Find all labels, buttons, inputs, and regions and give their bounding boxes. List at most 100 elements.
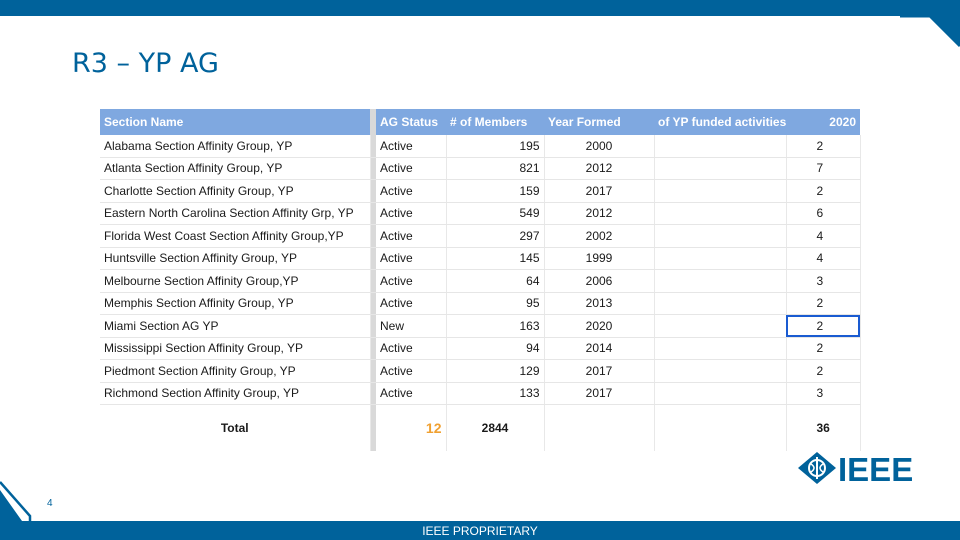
cell-yp-activities[interactable] [654,359,787,383]
table-row: Melbourne Section Affinity Group,YP Activ… [100,269,861,293]
cell-2020[interactable]: 2 [786,135,861,158]
cell-yp-activities[interactable] [654,292,787,315]
ieee-kite-icon [798,452,836,484]
cell-members[interactable]: 145 [446,247,545,270]
total-status-count[interactable]: 12 [376,404,447,451]
cell-ag-status[interactable]: Active [376,157,447,180]
cell-ag-status[interactable]: New [376,314,447,338]
cell-ag-status[interactable]: Active [376,202,447,225]
table-row: Miami Section AG YP New 163 2020 2 [100,314,861,338]
cell-2020[interactable]: 2 [786,292,861,315]
cell-2020[interactable]: 4 [786,224,861,248]
cell-yp-activities[interactable] [654,135,787,158]
cell-section-name[interactable]: Florida West Coast Section Affinity Grou… [100,224,371,248]
cell-yp-activities[interactable] [654,157,787,180]
cell-members[interactable]: 159 [446,179,545,203]
cell-yp-activities[interactable] [654,179,787,203]
cell-yp-activities[interactable] [654,247,787,270]
cell-yp-activities[interactable] [654,314,787,338]
cell-ag-status[interactable]: Active [376,337,447,360]
cell-yp-activities[interactable] [654,337,787,360]
col-header-section-name[interactable]: Section Name [100,109,370,135]
cell-section-name[interactable]: Atlanta Section Affinity Group, YP [100,157,371,180]
slide-title: R3 – YP AG [72,48,219,79]
cell-year-formed[interactable]: 2006 [544,269,655,293]
cell-members[interactable]: 163 [446,314,545,338]
cell-section-name[interactable]: Piedmont Section Affinity Group, YP [100,359,371,383]
cell-section-name[interactable]: Charlotte Section Affinity Group, YP [100,179,371,203]
col-header-ag-status[interactable]: AG Status [376,109,446,135]
corner-decoration-right [900,16,960,48]
cell-2020[interactable]: 2 [786,179,861,203]
header-row: Section Name AG Status # of Members Year… [100,109,860,135]
cell-members[interactable]: 549 [446,202,545,225]
cell-section-name[interactable]: Miami Section AG YP [100,314,371,338]
cell-year-formed[interactable]: 2017 [544,359,655,383]
table-row: Piedmont Section Affinity Group, YP Activ… [100,359,861,383]
cell-section-name[interactable]: Melbourne Section Affinity Group,YP [100,269,371,293]
cell-year-formed[interactable]: 2020 [544,314,655,338]
cell-year-formed[interactable]: 2017 [544,382,655,405]
total-label[interactable]: Total [100,404,371,451]
cell-members[interactable]: 195 [446,135,545,158]
cell-2020[interactable]: 2 [786,337,861,360]
table-row: Huntsville Section Affinity Group, YP Act… [100,247,861,270]
cell-members[interactable]: 95 [446,292,545,315]
cell-2020[interactable]: 2 [786,314,861,338]
cell-members[interactable]: 133 [446,382,545,405]
col-header-yp-activities[interactable]: of YP funded activities [654,109,786,135]
cell-ag-status[interactable]: Active [376,247,447,270]
cell-year-formed[interactable]: 1999 [544,247,655,270]
total-2020[interactable]: 36 [786,404,861,451]
cell-year-formed[interactable]: 2012 [544,157,655,180]
cell-2020[interactable]: 3 [786,382,861,405]
total-year-empty[interactable] [544,404,655,451]
cell-ag-status[interactable]: Active [376,269,447,293]
spreadsheet-table: Section Name AG Status # of Members Year… [100,109,861,454]
cell-year-formed[interactable]: 2012 [544,202,655,225]
cell-ag-status[interactable]: Active [376,382,447,405]
cell-section-name[interactable]: Alabama Section Affinity Group, YP [100,135,371,158]
cell-ag-status[interactable]: Active [376,135,447,158]
cell-ag-status[interactable]: Active [376,359,447,383]
cell-year-formed[interactable]: 2017 [544,179,655,203]
cell-yp-activities[interactable] [654,224,787,248]
total-row: Total 12 2844 36 [100,404,861,451]
cell-section-name[interactable]: Huntsville Section Affinity Group, YP [100,247,371,270]
cell-year-formed[interactable]: 2000 [544,135,655,158]
cell-year-formed[interactable]: 2013 [544,292,655,315]
total-activities-empty[interactable] [654,404,787,451]
cell-yp-activities[interactable] [654,202,787,225]
cell-members[interactable]: 129 [446,359,545,383]
cell-2020[interactable]: 7 [786,157,861,180]
cell-members[interactable]: 297 [446,224,545,248]
col-header-2020[interactable]: 2020 [786,109,860,135]
cell-members[interactable]: 94 [446,337,545,360]
cell-2020[interactable]: 2 [786,359,861,383]
cell-ag-status[interactable]: Active [376,224,447,248]
cell-2020[interactable]: 6 [786,202,861,225]
col-header-year-formed[interactable]: Year Formed [544,109,654,135]
table-row: Alabama Section Affinity Group, YP Active… [100,135,861,158]
cell-members[interactable]: 821 [446,157,545,180]
col-header-members[interactable]: # of Members [446,109,544,135]
cell-year-formed[interactable]: 2014 [544,337,655,360]
table-row: Charlotte Section Affinity Group, YP Acti… [100,179,861,203]
cell-members[interactable]: 64 [446,269,545,293]
cell-yp-activities[interactable] [654,269,787,293]
cell-ag-status[interactable]: Active [376,292,447,315]
cell-year-formed[interactable]: 2002 [544,224,655,248]
total-members[interactable]: 2844 [446,404,545,451]
page-number: 4 [47,498,53,509]
cell-2020[interactable]: 4 [786,247,861,270]
cell-2020[interactable]: 3 [786,269,861,293]
cell-ag-status[interactable]: Active [376,179,447,203]
cell-section-name[interactable]: Eastern North Carolina Section Affinity … [100,202,371,225]
logo-text: IEEE [838,452,913,484]
cell-section-name[interactable]: Memphis Section Affinity Group, YP [100,292,371,315]
cell-section-name[interactable]: Richmond Section Affinity Group, YP [100,382,371,405]
table-row: Memphis Section Affinity Group, YP Active… [100,292,861,315]
footer-text: IEEE PROPRIETARY [422,524,538,538]
cell-yp-activities[interactable] [654,382,787,405]
cell-section-name[interactable]: Mississippi Section Affinity Group, YP [100,337,371,360]
